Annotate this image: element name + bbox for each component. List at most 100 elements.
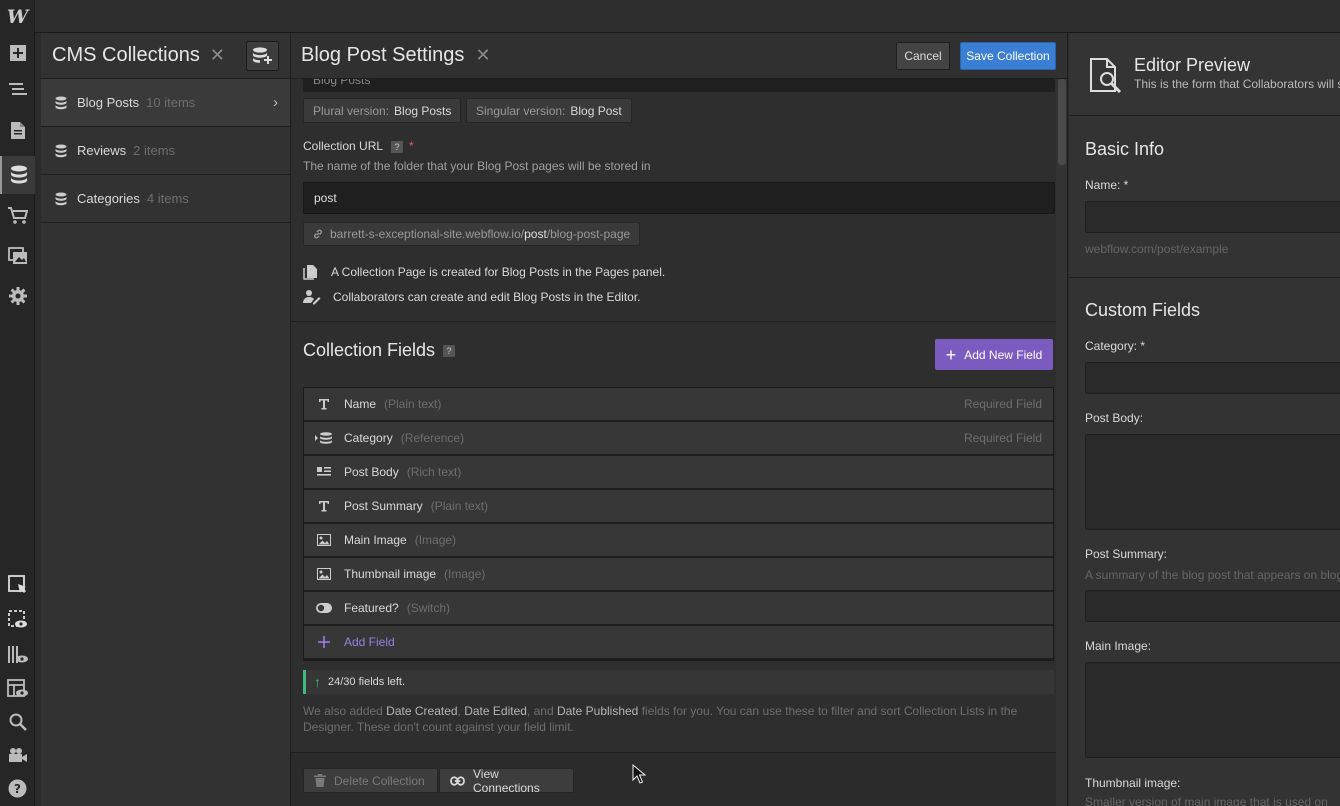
collection-item-blog-posts[interactable]: Blog Posts 10 items › (41, 79, 290, 127)
editor-preview-header: Editor Preview This is the form that Col… (1069, 33, 1340, 116)
collection-item-categories[interactable]: Categories 4 items (41, 175, 290, 223)
plus-icon: + (945, 344, 957, 365)
field-name: Featured? (344, 601, 399, 615)
settings-footer: Delete Collection View Connections (291, 752, 1056, 806)
close-icon[interactable]: ✕ (210, 45, 225, 66)
field-row-main-image[interactable]: Main Image (Image) (304, 524, 1053, 557)
settings-header: Blog Post Settings ✕ Cancel Save Collect… (291, 33, 1067, 79)
search-icon[interactable] (0, 705, 35, 739)
post-summary-preview-input[interactable] (1085, 590, 1340, 622)
note-date-published: Date Published (556, 704, 639, 718)
text-icon (304, 500, 344, 512)
database-plus-icon (252, 47, 272, 64)
fields-left-banner: ↑ 24/30 fields left. (303, 670, 1054, 694)
view-connections-button[interactable]: View Connections (439, 767, 574, 795)
delete-collection-button[interactable]: Delete Collection (303, 768, 438, 793)
video-tutorials-icon[interactable] (0, 738, 35, 772)
note-date-created: Date Created (386, 704, 458, 718)
editor-preview-subtitle: This is the form that Collaborators will… (1134, 77, 1340, 91)
database-icon (55, 192, 67, 205)
main-image-preview-input[interactable] (1085, 662, 1340, 758)
arrow-up-icon: ↑ (314, 674, 321, 690)
help-icon[interactable]: ? (443, 344, 456, 357)
url-preview-chip[interactable]: barrett-s-exceptional-site.webflow.io/po… (303, 222, 641, 246)
scrollbar-track[interactable] (1056, 79, 1067, 806)
category-preview-input[interactable] (1085, 362, 1340, 394)
name-preview-input[interactable] (1085, 201, 1340, 233)
top-bar (0, 0, 1340, 33)
info-editor: Collaborators can create and edit Blog P… (303, 289, 641, 305)
navigator-icon[interactable] (0, 73, 35, 107)
name-label: Name: * (1085, 178, 1129, 192)
post-summary-label: Post Summary: (1085, 547, 1168, 561)
field-row-featured[interactable]: Featured? (Switch) (304, 592, 1053, 625)
singular-value: Blog Post (570, 103, 622, 118)
ecommerce-cart-icon[interactable] (0, 199, 35, 233)
logo-mark: W (6, 6, 29, 28)
field-row-category[interactable]: Category (Reference) Required Field (304, 422, 1053, 455)
pages-icon[interactable] (0, 113, 35, 147)
plural-label: Plural version: (313, 103, 390, 118)
audit-visibility-icon[interactable] (0, 638, 35, 672)
add-new-field-label: Add New Field (964, 347, 1043, 362)
pages-icon (303, 265, 317, 280)
close-icon[interactable]: ✕ (475, 45, 490, 66)
add-field-row[interactable]: Add Field (304, 626, 1053, 659)
delete-collection-label: Delete Collection (334, 773, 425, 788)
database-icon (55, 144, 67, 157)
help-icon[interactable]: ? (0, 771, 35, 805)
add-new-field-button[interactable]: + Add New Field (935, 339, 1053, 370)
svg-text:?: ? (14, 782, 21, 796)
collection-count: 4 items (146, 191, 189, 206)
thumbnail-label: Thumbnail image: (1085, 776, 1181, 790)
thumbnail-hint: Smaller version of main image that is us… (1085, 795, 1328, 806)
assets-icon[interactable] (0, 239, 35, 273)
field-name: Category (344, 431, 393, 445)
cancel-button[interactable]: Cancel (896, 42, 950, 70)
field-row-name[interactable]: Name (Plain text) Required Field (304, 388, 1053, 421)
settings-title: Blog Post Settings (301, 44, 465, 66)
add-elements-icon[interactable] (0, 36, 35, 70)
add-collection-button[interactable] (246, 41, 279, 71)
plural-value: Blog Posts (394, 103, 452, 118)
field-name: Thumbnail image (344, 567, 437, 581)
trash-icon (314, 774, 326, 787)
field-row-post-body[interactable]: Post Body (Rich text) (304, 456, 1053, 489)
field-row-thumbnail-image[interactable]: Thumbnail image (Image) (304, 558, 1053, 591)
collections-panel-header: CMS Collections ✕ (41, 33, 290, 79)
note-sep2: , and (526, 704, 557, 718)
text-icon (304, 398, 344, 410)
save-collection-button[interactable]: Save Collection (960, 42, 1056, 70)
note-part1: We also added (303, 704, 387, 718)
field-row-post-summary[interactable]: Post Summary (Plain text) (304, 490, 1053, 523)
settings-gear-icon[interactable] (0, 279, 35, 313)
field-type: (Image) (444, 567, 486, 581)
webflow-logo[interactable]: W (0, 0, 35, 34)
cms-icon[interactable] (0, 156, 35, 194)
scrollbar-thumb[interactable] (1058, 79, 1066, 165)
cms-collections-panel: CMS Collections ✕ Blog Posts 10 items › … (41, 33, 291, 806)
collection-item-reviews[interactable]: Reviews 2 items (41, 127, 290, 175)
collection-name: Categories (77, 191, 140, 206)
preview-selection-icon[interactable] (0, 603, 35, 637)
collection-name-input[interactable]: Blog Posts (303, 79, 1055, 92)
plural-version-chip: Plural version: Blog Posts (303, 98, 462, 123)
required-field-tag: Required Field (963, 431, 1042, 445)
collection-url-input[interactable]: post (303, 182, 1055, 214)
singular-version-chip: Singular version: Blog Post (466, 98, 632, 123)
singular-label: Singular version: (476, 103, 566, 118)
field-type: (Rich text) (406, 465, 462, 479)
editor-preview-title: Editor Preview (1134, 55, 1251, 75)
info-editor-text: Collaborators can create and edit Blog P… (333, 290, 641, 304)
collection-count: 2 items (133, 143, 176, 158)
field-name: Post Summary (344, 499, 423, 513)
collection-url-label: Collection URL? * (303, 139, 414, 153)
post-body-preview-input[interactable] (1085, 434, 1340, 530)
help-icon[interactable]: ? (391, 140, 404, 153)
section-divider (1069, 277, 1340, 278)
collection-name: Reviews (77, 143, 127, 158)
chevron-right-icon: › (273, 94, 278, 111)
layout-preview-icon[interactable] (0, 672, 35, 706)
select-element-icon[interactable] (0, 568, 35, 602)
url-prefix: barrett-s-exceptional-site.webflow.io/ (330, 227, 525, 241)
